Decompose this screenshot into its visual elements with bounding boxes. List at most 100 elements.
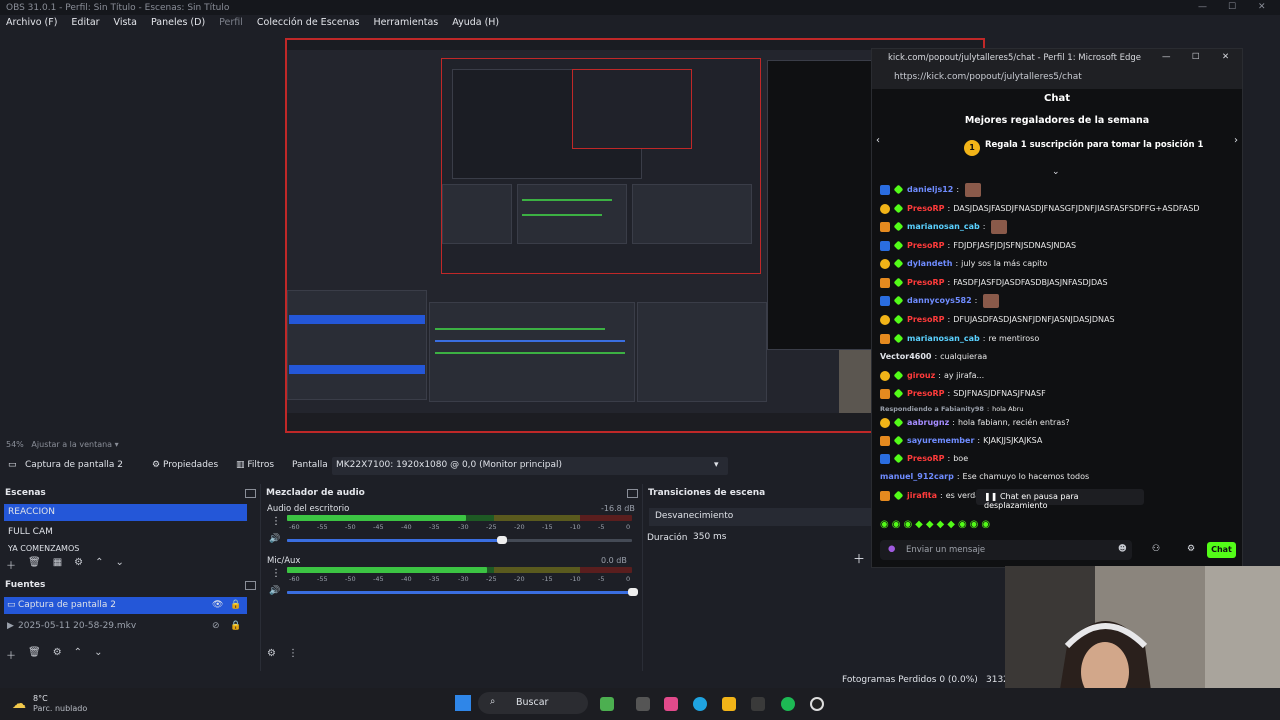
chat-username[interactable]: PresoRP	[907, 278, 945, 287]
properties-button[interactable]: ⚙ Propiedades	[152, 460, 218, 470]
close-icon[interactable]: ✕	[1222, 52, 1229, 62]
scene-item-reaccion[interactable]: REACCION	[4, 504, 247, 521]
transition-select[interactable]: Desvanecimiento	[649, 508, 871, 526]
chat-username[interactable]: girouz	[907, 371, 935, 380]
add-icon[interactable]: ＋	[6, 557, 16, 572]
chat-message[interactable]: PresoRP: DASJDASJFASDJFNASDJFNASGFJDNFJIA…	[880, 200, 1200, 217]
maximize-icon[interactable]: ☐	[1228, 2, 1236, 12]
chat-message[interactable]: dylandeth: july sos la más capito	[880, 255, 1047, 272]
chat-username[interactable]: Respondiendo a Fabianity98	[880, 405, 984, 413]
menu-editar[interactable]: Editar	[71, 17, 99, 31]
monitor-select[interactable]: MK22X7100: 1920x1080 @ 0,0 (Monitor prin…	[332, 457, 728, 475]
menu-paneles[interactable]: Paneles (D)	[151, 17, 205, 31]
source-item-video[interactable]: ▶ 2025-05-11 20-58-29.mkv ⊘ 🔒	[4, 618, 247, 635]
chevron-down-icon[interactable]: ⌄	[1052, 167, 1060, 177]
windows-start-icon[interactable]	[455, 695, 471, 711]
chat-message[interactable]: manuel_912carp: Ese chamuyo lo hacemos to…	[880, 468, 1089, 485]
gear-icon[interactable]: ⚙	[74, 557, 83, 572]
menu-vista[interactable]: Vista	[114, 17, 137, 31]
arrow-up-icon[interactable]: ⌃	[74, 647, 82, 662]
chat-username[interactable]: danieljs12	[907, 185, 953, 194]
chat-message[interactable]: PresoRP: DFUJASDFASDJASNFJDNFJASNJDASJDNA…	[880, 311, 1115, 328]
copilot-icon[interactable]	[664, 697, 678, 711]
chat-message[interactable]: aabrugnz: hola fabiann, recién entras?	[880, 414, 1070, 431]
chat-message[interactable]: PresoRP: FASDFJASFDJASDFASDBJASJNFASDJDAS	[880, 274, 1108, 291]
chevron-left-icon[interactable]: ‹	[876, 135, 880, 146]
menu-herramientas[interactable]: Herramientas	[374, 17, 439, 31]
chat-username[interactable]: aabrugnz	[907, 418, 949, 427]
more-icon[interactable]: ⋮	[271, 516, 281, 527]
speaker-icon[interactable]: 🔊	[269, 586, 280, 596]
store-icon[interactable]	[751, 697, 765, 711]
volume-slider-handle[interactable]	[497, 536, 507, 544]
dock-float-icon[interactable]	[245, 489, 256, 498]
chat-username[interactable]: dannycoys582	[907, 296, 972, 305]
chat-username[interactable]: Vector4600	[880, 352, 931, 361]
scene-item-ya-comenzamos[interactable]: YA COMENZAMOS	[4, 544, 247, 552]
source-item-captura[interactable]: ▭ Captura de pantalla 2 👁 🔒	[4, 597, 247, 614]
chat-username[interactable]: marianosan_cab	[907, 334, 980, 343]
chat-message[interactable]: sayuremember: KJAKJJSJKAJKSA	[880, 432, 1042, 449]
minimize-icon[interactable]: —	[1198, 2, 1207, 12]
chat-username[interactable]: PresoRP	[907, 389, 945, 398]
scene-item-full-cam[interactable]: FULL CAM	[4, 524, 247, 541]
gear-icon[interactable]: ⚙	[53, 647, 62, 662]
trash-icon[interactable]: 🗑	[28, 557, 41, 572]
add-icon[interactable]: ＋	[6, 647, 16, 662]
chat-message[interactable]: girouz: ay jirafa...	[880, 367, 984, 384]
chat-username[interactable]: PresoRP	[907, 204, 945, 213]
minimize-icon[interactable]: —	[1162, 52, 1171, 62]
speaker-icon[interactable]: 🔊	[269, 534, 280, 544]
menu-ayuda[interactable]: Ayuda (H)	[452, 17, 499, 31]
volume-slider-handle[interactable]	[628, 588, 638, 596]
more-icon[interactable]: ⋮	[288, 648, 298, 659]
more-icon[interactable]: ⋮	[271, 568, 281, 579]
visibility-eye-icon[interactable]: 👁	[212, 600, 223, 610]
chat-message[interactable]: marianosan_cab:	[880, 218, 1008, 235]
chat-username[interactable]: sayuremember	[907, 436, 974, 445]
emoji-icon[interactable]: ☻	[1118, 544, 1127, 554]
dock-float-icon[interactable]	[627, 489, 638, 498]
zoom-indicator[interactable]: 54% Ajustar a la ventana ▾	[6, 440, 119, 449]
chevron-right-icon[interactable]: ›	[1234, 135, 1238, 146]
emote-strip[interactable]: ◉◉◉◆◆◆◆◉◉◉	[880, 519, 993, 530]
filters-button[interactable]: ▥ Filtros	[236, 460, 274, 470]
menu-archivo[interactable]: Archivo (F)	[6, 17, 57, 31]
add-icon[interactable]: ＋	[853, 550, 865, 567]
edge-icon[interactable]	[693, 697, 707, 711]
chat-username[interactable]: dylandeth	[907, 259, 952, 268]
dock-float-icon[interactable]	[245, 581, 256, 590]
chat-message[interactable]: Respondiendo a Fabianity98: hola Abru	[880, 404, 1023, 413]
visibility-off-icon[interactable]: ⊘	[212, 621, 220, 631]
chat-message[interactable]: PresoRP: FDJDFJASFJDJSFNJSDNASJNDAS	[880, 237, 1076, 254]
arrow-down-icon[interactable]: ⌄	[116, 557, 124, 572]
chat-message-input[interactable]: ● Enviar un mensaje ☻	[880, 540, 1132, 560]
chat-message[interactable]: PresoRP: boe	[880, 450, 968, 467]
menu-coleccion[interactable]: Colección de Escenas	[257, 17, 360, 31]
users-icon[interactable]: ⚇	[1152, 544, 1160, 554]
chat-username[interactable]: PresoRP	[907, 315, 945, 324]
gear-icon[interactable]: ⚙	[1187, 544, 1195, 554]
chat-username[interactable]: marianosan_cab	[907, 222, 980, 231]
trash-icon[interactable]: 🗑	[28, 647, 41, 662]
duration-input[interactable]: 350 ms	[687, 530, 871, 546]
menu-perfil[interactable]: Perfil	[219, 17, 243, 31]
app-icon[interactable]	[600, 697, 614, 711]
lock-icon[interactable]: 🔒	[230, 621, 241, 631]
chat-message[interactable]: marianosan_cab: re mentiroso	[880, 330, 1039, 347]
chat-message[interactable]: danieljs12:	[880, 181, 982, 198]
file-explorer-icon[interactable]	[722, 697, 736, 711]
chat-message[interactable]: Vector4600: cualquieraa	[880, 348, 987, 365]
chat-username[interactable]: manuel_912carp	[880, 472, 954, 481]
spotify-icon[interactable]	[781, 697, 795, 711]
edge-address-bar[interactable]: https://kick.com/popout/julytalleres5/ch…	[872, 67, 1242, 89]
chat-username[interactable]: jirafita	[907, 491, 937, 500]
close-icon[interactable]: ✕	[1258, 2, 1266, 12]
chat-username[interactable]: PresoRP	[907, 241, 945, 250]
lock-icon[interactable]: 🔒	[230, 600, 241, 610]
task-view-icon[interactable]	[636, 697, 650, 711]
filter-icon[interactable]: ▦	[53, 557, 62, 572]
obs-icon[interactable]	[810, 697, 824, 711]
gift-sub-cta[interactable]: Regala 1 suscripción para tomar la posic…	[985, 140, 1203, 150]
taskbar-search[interactable]: ⌕ Buscar	[478, 692, 588, 714]
